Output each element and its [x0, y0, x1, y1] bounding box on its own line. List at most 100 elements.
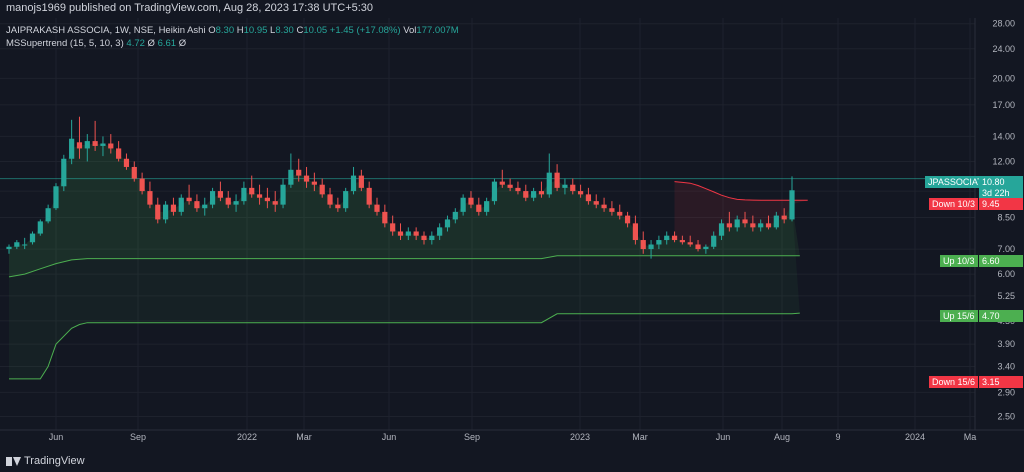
candle — [45, 204, 51, 224]
candle-body — [280, 184, 286, 205]
tradingview-logo[interactable]: TradingView — [6, 455, 85, 467]
candle-body — [22, 244, 28, 246]
candle-body — [609, 208, 615, 212]
legend-open-label: O — [208, 25, 216, 36]
y-tick-label: 7.00 — [997, 244, 1015, 254]
up-10-3-value-tag: 6.60 — [979, 255, 1023, 267]
candle-body — [718, 223, 725, 236]
candle-body — [264, 197, 270, 202]
x-tick-label: Sep — [130, 432, 146, 442]
candle — [69, 119, 75, 165]
candle-body — [296, 169, 302, 176]
up-15-6-label-tag: Up 15/6 — [940, 310, 978, 322]
tradingview-logo-icon — [6, 456, 21, 466]
candle-body — [37, 221, 43, 234]
candle-body — [632, 223, 638, 241]
candle-body — [272, 201, 278, 205]
candle-body — [531, 191, 537, 198]
y-tick-label: 14.00 — [992, 131, 1015, 141]
y-tick-label: 3.40 — [997, 361, 1015, 371]
candle-body — [765, 223, 772, 228]
candle-body — [444, 219, 451, 228]
candle-body — [84, 141, 90, 149]
candle — [61, 154, 67, 192]
symbol-tag-text: JPASSOCIAT — [928, 177, 983, 187]
legend-close: 10.05 — [303, 25, 328, 36]
x-tick-label: Aug — [774, 432, 790, 442]
x-tick-label: Sep — [464, 432, 480, 442]
candle-body — [163, 204, 169, 220]
candle-body — [413, 231, 419, 236]
candle-body — [311, 181, 317, 185]
candle — [350, 166, 357, 195]
x-tick-label: Mar — [296, 432, 312, 442]
candle — [366, 181, 372, 209]
legend-high-label: H — [236, 25, 244, 36]
supertrend-line-15-6 — [9, 312, 800, 380]
candle-body — [327, 194, 333, 205]
candle-body — [170, 204, 177, 212]
x-tick-label: 2024 — [905, 432, 925, 442]
candle-body — [679, 240, 685, 243]
candle-body — [382, 211, 388, 224]
candle-body — [656, 240, 662, 245]
candle-body — [664, 235, 670, 241]
candle-body — [366, 187, 372, 205]
candle-body — [648, 244, 654, 250]
candle-body — [476, 204, 482, 212]
candle-body — [507, 184, 513, 188]
candle-body — [585, 194, 592, 202]
candle-body — [617, 211, 623, 216]
candle-body — [421, 235, 427, 241]
candle-body — [131, 166, 137, 179]
candle-body — [303, 175, 310, 182]
legend-indicator-sep: Ø — [147, 38, 155, 49]
candle-body — [249, 187, 255, 195]
candle-body — [742, 219, 748, 224]
y-tick-label: 12.00 — [992, 156, 1015, 166]
candle-body — [640, 240, 646, 250]
y-tick-label: 5.25 — [997, 291, 1015, 301]
candle-body — [562, 184, 568, 188]
candle-body — [546, 172, 552, 195]
candle-body — [397, 231, 404, 236]
candle-body — [14, 242, 20, 247]
x-tick-label: 2022 — [237, 432, 257, 442]
down-10-3-label: Down 10/3 — [932, 199, 976, 209]
candle-body — [61, 158, 67, 187]
y-tick-label: 2.50 — [997, 411, 1015, 421]
up-10-3-value: 6.60 — [982, 256, 1000, 266]
candle-body — [147, 191, 153, 205]
candle-body — [178, 197, 184, 212]
legend-symbol: JAIPRAKASH ASSOCIA, 1W, NSE, Heikin Ashi — [6, 25, 206, 36]
candle-body — [194, 201, 200, 209]
candle-body — [29, 233, 36, 243]
y-tick-label: 2.90 — [997, 387, 1015, 397]
x-tick-label: Jun — [49, 432, 64, 442]
x-tick-label: Jun — [716, 432, 731, 442]
price-chart[interactable]: 28.0024.0020.0017.0014.0012.0010.008.507… — [0, 0, 1024, 452]
candle-body — [703, 246, 709, 250]
candle-body — [570, 184, 576, 192]
down-10-3-value-tag: 9.45 — [979, 198, 1023, 210]
y-tick-label: 28.00 — [992, 19, 1015, 29]
legend-open: 8.30 — [215, 25, 235, 36]
legend-change: +1.45 (+17.08%) — [329, 25, 401, 36]
candle-body — [695, 244, 701, 250]
candle-body — [335, 204, 341, 209]
candle-body — [437, 227, 443, 236]
candle — [288, 153, 294, 188]
down-15-6-value-tag: 3.15 — [979, 376, 1023, 388]
candle-body — [734, 219, 740, 228]
candle-body — [750, 223, 756, 228]
up-15-6-value: 4.70 — [982, 311, 1000, 321]
legend-indicator-value1: 4.72 — [126, 38, 145, 49]
y-tick-label: 8.50 — [997, 213, 1015, 223]
candle-body — [726, 223, 732, 228]
candle-body — [6, 246, 12, 250]
candle-body — [76, 142, 83, 149]
candle-body — [687, 242, 693, 245]
candle-body — [343, 191, 349, 209]
candle-body — [108, 143, 114, 149]
candle-body — [429, 235, 435, 241]
